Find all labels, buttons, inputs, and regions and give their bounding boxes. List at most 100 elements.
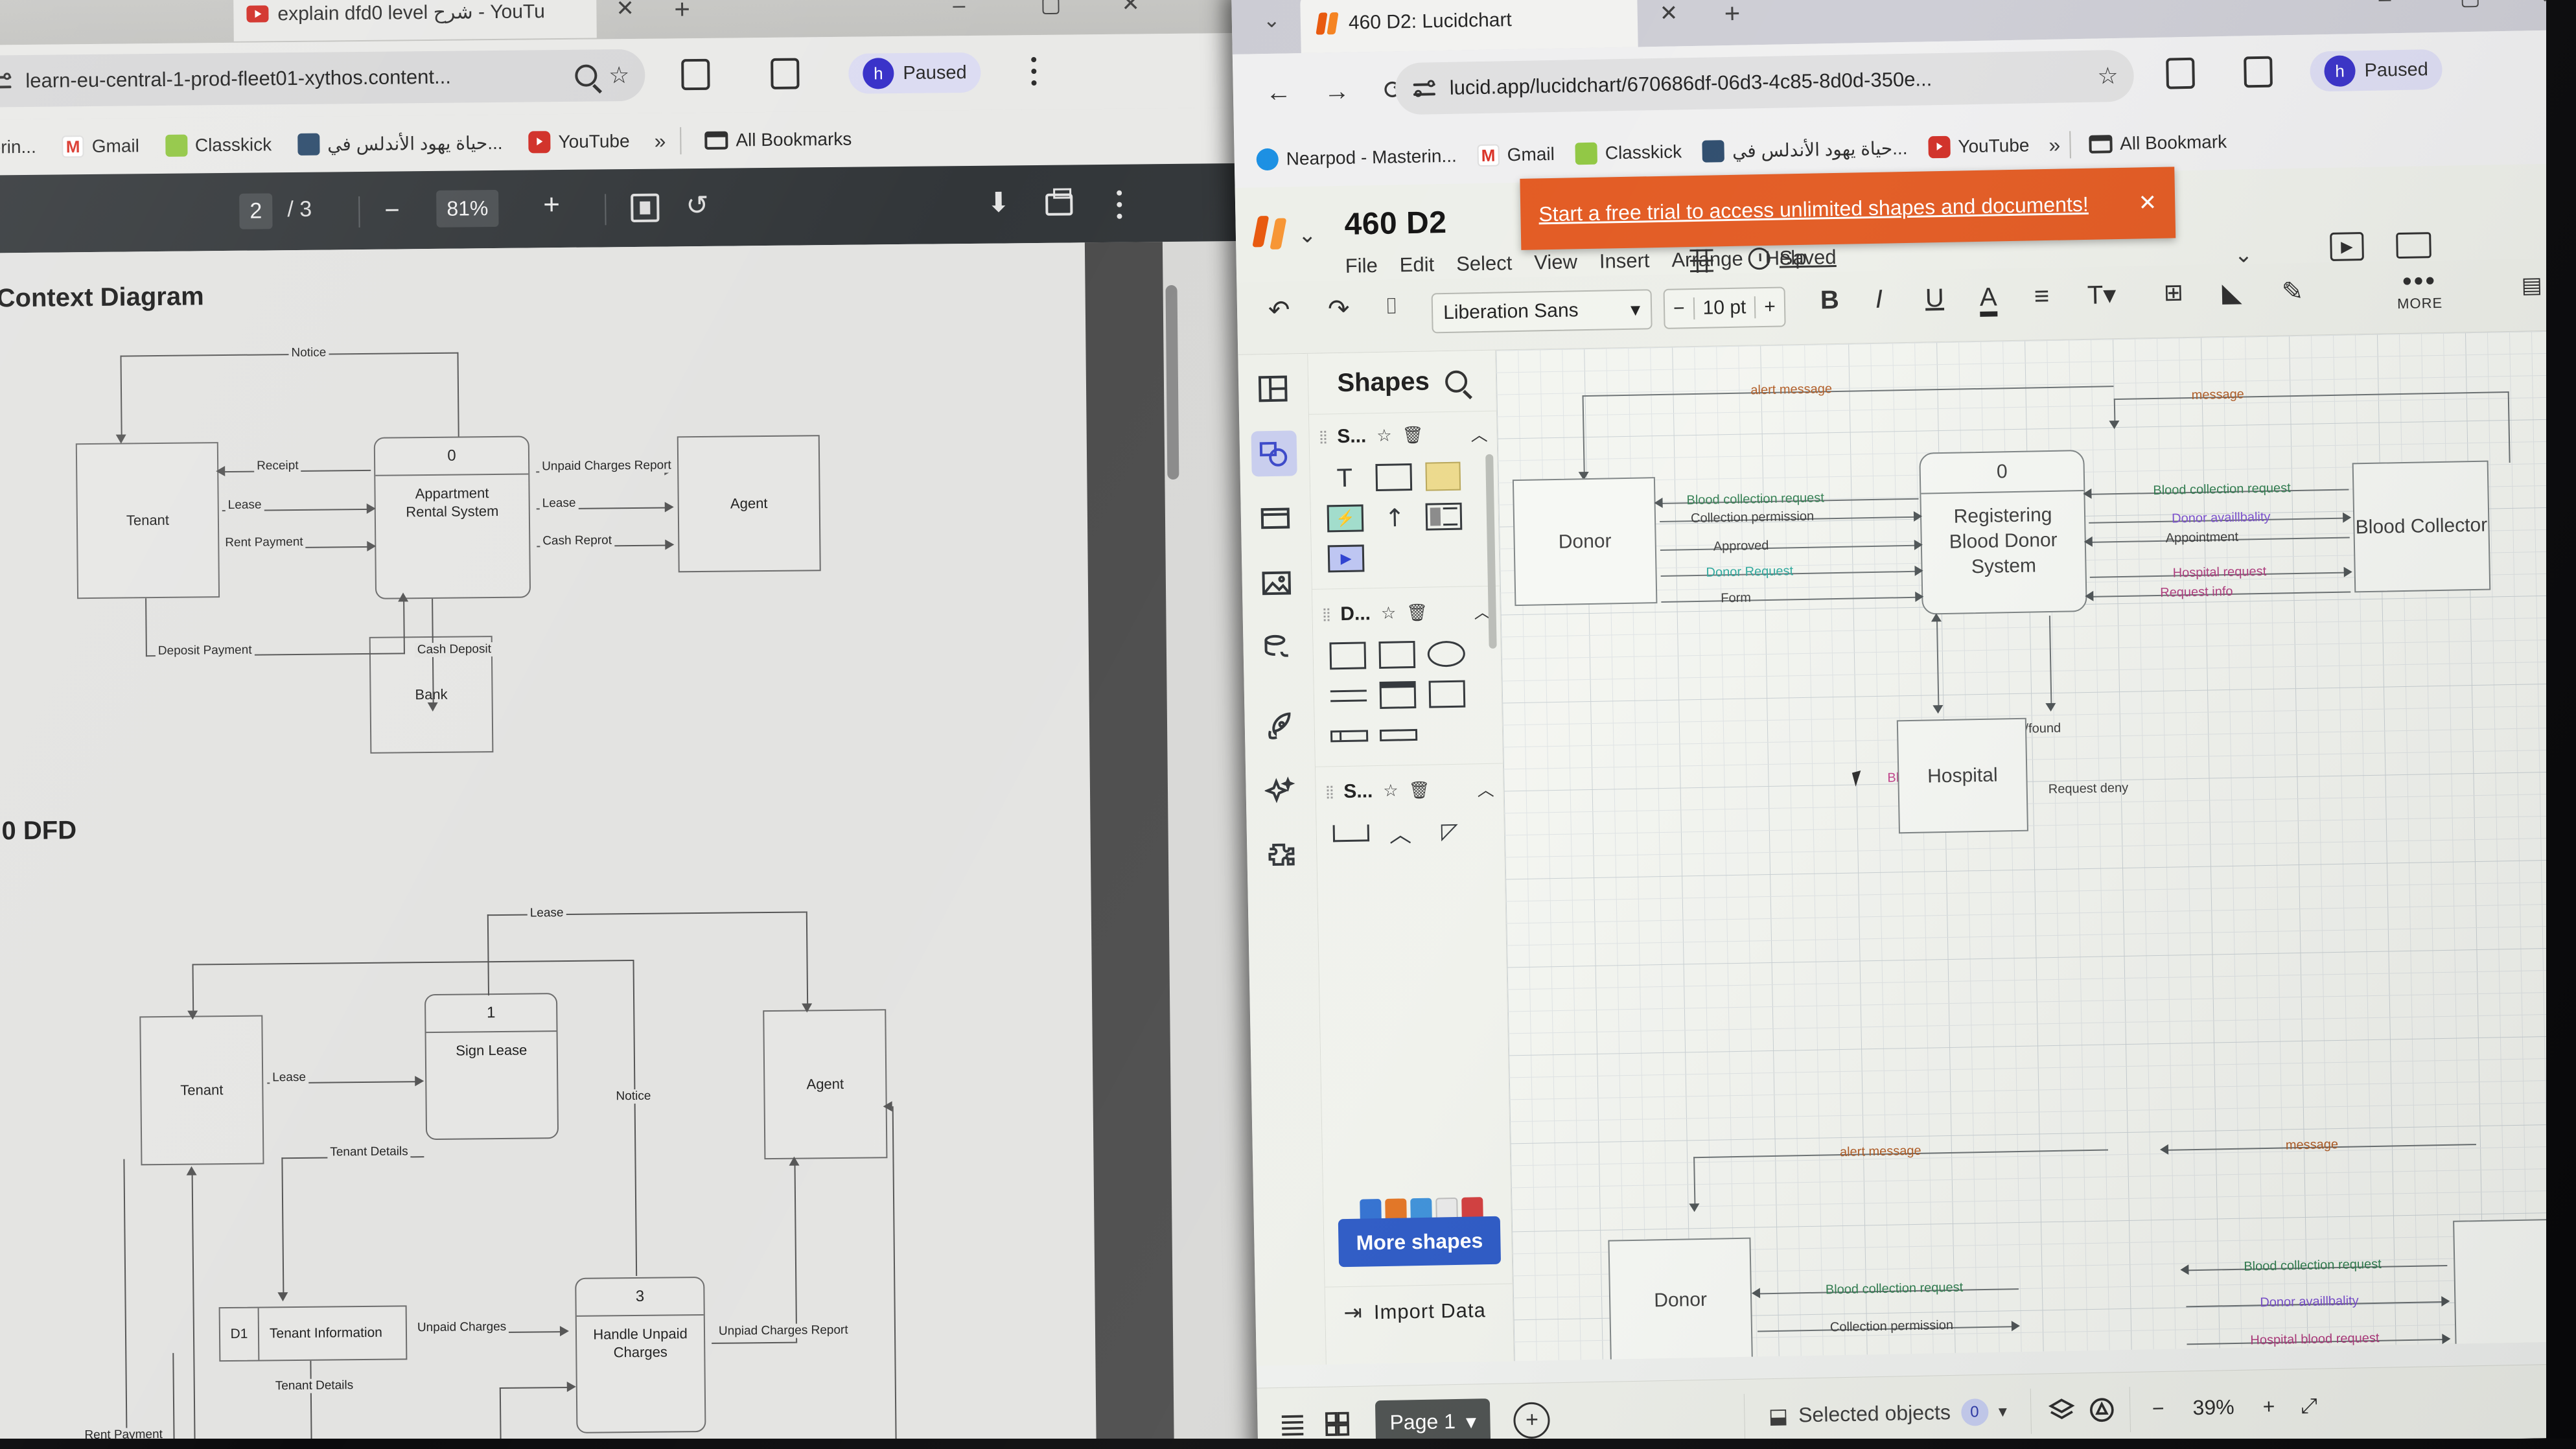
star-icon[interactable]: ☆ bbox=[1376, 426, 1392, 446]
profile-button[interactable]: h Paused bbox=[848, 52, 982, 94]
menu-file[interactable]: File bbox=[1345, 254, 1378, 278]
align-icon[interactable]: ≡ bbox=[2034, 282, 2049, 310]
maximize-button[interactable]: ▢ bbox=[1040, 0, 1061, 17]
menu-edit[interactable]: Edit bbox=[1399, 253, 1434, 277]
shape-rectangle-wide[interactable] bbox=[1376, 639, 1417, 671]
more-toolbar-button[interactable]: ••• MORE bbox=[2396, 265, 2443, 312]
grid-icon[interactable] bbox=[1689, 249, 1714, 273]
bookmark-arabic[interactable]: حياة يهود الأندلس في... bbox=[1692, 137, 1918, 163]
shape-text[interactable]: T bbox=[1324, 462, 1365, 494]
entity-agent[interactable]: Agent bbox=[677, 435, 821, 573]
back-button[interactable]: ← bbox=[1265, 78, 1292, 107]
menu-select[interactable]: Select bbox=[1456, 251, 1513, 276]
shape-datastore[interactable] bbox=[1329, 720, 1370, 752]
side-panel-icon[interactable] bbox=[771, 58, 800, 89]
shape-ellipse[interactable] bbox=[1426, 638, 1467, 670]
minimize-button[interactable]: – bbox=[953, 0, 965, 17]
shape-lines[interactable] bbox=[1329, 680, 1369, 712]
zoom-out-button[interactable]: − bbox=[2152, 1397, 2164, 1420]
fit-screen-icon[interactable]: ⤢ bbox=[2301, 1393, 2317, 1418]
bookmark-arabic[interactable]: حياة يهود الأندلس في... bbox=[287, 132, 513, 156]
entity-donor-bottom[interactable]: Donor bbox=[1608, 1237, 1753, 1362]
menu-insert[interactable]: Insert bbox=[1599, 249, 1650, 273]
star-icon[interactable]: ☆ bbox=[1381, 603, 1397, 623]
chrome-menu-icon[interactable] bbox=[1031, 56, 1037, 86]
address-bar[interactable]: lucid.app/lucidchart/670686df-06d3-4c85-… bbox=[1395, 49, 2135, 115]
ai-sparkle-icon[interactable] bbox=[1257, 769, 1303, 815]
fit-page-icon[interactable] bbox=[631, 193, 660, 222]
pdf-scrollbar-thumb[interactable] bbox=[1165, 284, 1179, 480]
close-icon[interactable]: ✕ bbox=[2138, 191, 2157, 216]
all-bookmarks-button[interactable]: All Bookmark bbox=[2078, 132, 2237, 155]
redo-icon[interactable]: ↷ bbox=[1328, 295, 1350, 324]
present-icon[interactable]: ▶ bbox=[2330, 232, 2364, 261]
bookmark-nearpod[interactable]: asterin... bbox=[0, 137, 47, 158]
site-settings-icon[interactable] bbox=[1410, 75, 1438, 102]
process-3-handle-unpaid-charges[interactable]: 3 Handle Unpaid Charges bbox=[575, 1276, 706, 1433]
chevron-down-icon[interactable]: ⌄ bbox=[1298, 223, 1317, 248]
bookmarks-overflow-icon[interactable]: » bbox=[2039, 133, 2069, 157]
maximize-button[interactable]: ▢ bbox=[2459, 0, 2481, 10]
site-settings-icon[interactable] bbox=[0, 67, 14, 95]
shape-rectangle[interactable] bbox=[1373, 461, 1414, 493]
shape-divided-box[interactable] bbox=[1378, 679, 1419, 711]
search-icon[interactable] bbox=[574, 64, 598, 87]
entity-donor[interactable]: Donor bbox=[1512, 477, 1658, 607]
print-icon[interactable] bbox=[1045, 193, 1073, 216]
bookmark-gmail[interactable]: Gmail bbox=[52, 135, 150, 158]
entity-blood-collector[interactable]: Blood Collector bbox=[2352, 460, 2491, 593]
entity-tenant[interactable]: Tenant bbox=[75, 442, 220, 599]
shapes-section-header-3[interactable]: ⣿ S... ☆ 🗑 ︿ bbox=[1316, 767, 1503, 815]
bookmark-classkick[interactable]: Classkick bbox=[155, 133, 283, 157]
undo-icon[interactable]: ↶ bbox=[1268, 296, 1290, 325]
bookmark-star-icon[interactable]: ☆ bbox=[609, 62, 630, 88]
pdf-page-canvas[interactable]: Context Diagram Tenant 0 Appartment Rent… bbox=[0, 242, 1097, 1449]
bookmark-youtube[interactable]: YouTube bbox=[518, 130, 640, 154]
font-size-increase[interactable]: + bbox=[1756, 296, 1784, 318]
entity-tenant-dfd[interactable]: Tenant bbox=[139, 1015, 264, 1166]
grid-view-icon[interactable] bbox=[1322, 1409, 1354, 1438]
accessibility-icon[interactable] bbox=[2087, 1395, 2118, 1424]
zoom-in-button[interactable]: + bbox=[2262, 1395, 2275, 1419]
italic-button[interactable]: I bbox=[1875, 285, 1883, 314]
more-shapes-button[interactable]: More shapes bbox=[1338, 1216, 1502, 1268]
shape-legend[interactable] bbox=[1423, 501, 1464, 533]
shape-rectangle[interactable] bbox=[1327, 640, 1368, 671]
shape-arrow-line[interactable]: ↗ bbox=[1374, 500, 1415, 534]
shape-chevron[interactable]: ︿ bbox=[1380, 817, 1421, 848]
bookmark-star-icon[interactable]: ☆ bbox=[2097, 62, 2118, 89]
add-page-button[interactable]: + bbox=[1513, 1401, 1551, 1439]
drag-handle-icon[interactable]: ⣿ bbox=[1321, 607, 1330, 621]
process-0-registering-blood-donor-system[interactable]: 0 Registering Blood Donor System bbox=[1919, 449, 2087, 615]
selected-objects-control[interactable]: ⬓ Selected objects 0 ▾ bbox=[1769, 1398, 2008, 1430]
layers-icon[interactable] bbox=[2047, 1396, 2078, 1425]
entity-hospital[interactable]: Hospital bbox=[1896, 717, 2028, 834]
trash-icon[interactable]: 🗑 bbox=[1406, 603, 1428, 623]
pdf-menu-icon[interactable] bbox=[1117, 190, 1122, 219]
lucidchart-logo-icon[interactable] bbox=[1255, 216, 1284, 250]
image-icon[interactable] bbox=[1253, 560, 1299, 606]
extensions-icon[interactable] bbox=[681, 58, 710, 91]
shape-video-block[interactable]: ▶ bbox=[1326, 542, 1367, 574]
shape-box-open[interactable] bbox=[1330, 817, 1371, 849]
side-panel-icon[interactable] bbox=[2244, 56, 2273, 88]
rotate-icon[interactable]: ↺ bbox=[686, 190, 709, 220]
pages-list-icon[interactable] bbox=[1277, 1410, 1308, 1439]
trash-icon[interactable]: 🗑 bbox=[1402, 425, 1424, 446]
star-icon[interactable]: ☆ bbox=[1383, 780, 1398, 800]
browser-tab-lucidchart[interactable]: 460 D2: Lucidchart bbox=[1300, 0, 1638, 54]
tab-search-icon[interactable]: ⌄ bbox=[1263, 8, 1281, 32]
menu-view[interactable]: View bbox=[1534, 250, 1577, 274]
lucidchart-canvas[interactable]: alert message message Donor 0 Registerin… bbox=[1496, 330, 2576, 1362]
shape-triangle[interactable]: ◸ bbox=[1429, 815, 1470, 847]
new-tab-button[interactable]: + bbox=[1724, 0, 1740, 29]
integrations-icon[interactable] bbox=[1259, 833, 1305, 879]
bold-button[interactable]: B bbox=[1820, 286, 1839, 315]
font-size-value[interactable]: 10 pt bbox=[1693, 296, 1756, 320]
shape-plain-box[interactable] bbox=[1427, 678, 1468, 710]
document-title[interactable]: 460 D2 bbox=[1344, 205, 1447, 242]
pdf-zoom-out-button[interactable]: − bbox=[384, 196, 400, 224]
forward-button[interactable]: → bbox=[1323, 77, 1350, 106]
rocket-icon[interactable] bbox=[1256, 704, 1302, 750]
pdf-page-input[interactable]: 2 bbox=[239, 193, 273, 229]
